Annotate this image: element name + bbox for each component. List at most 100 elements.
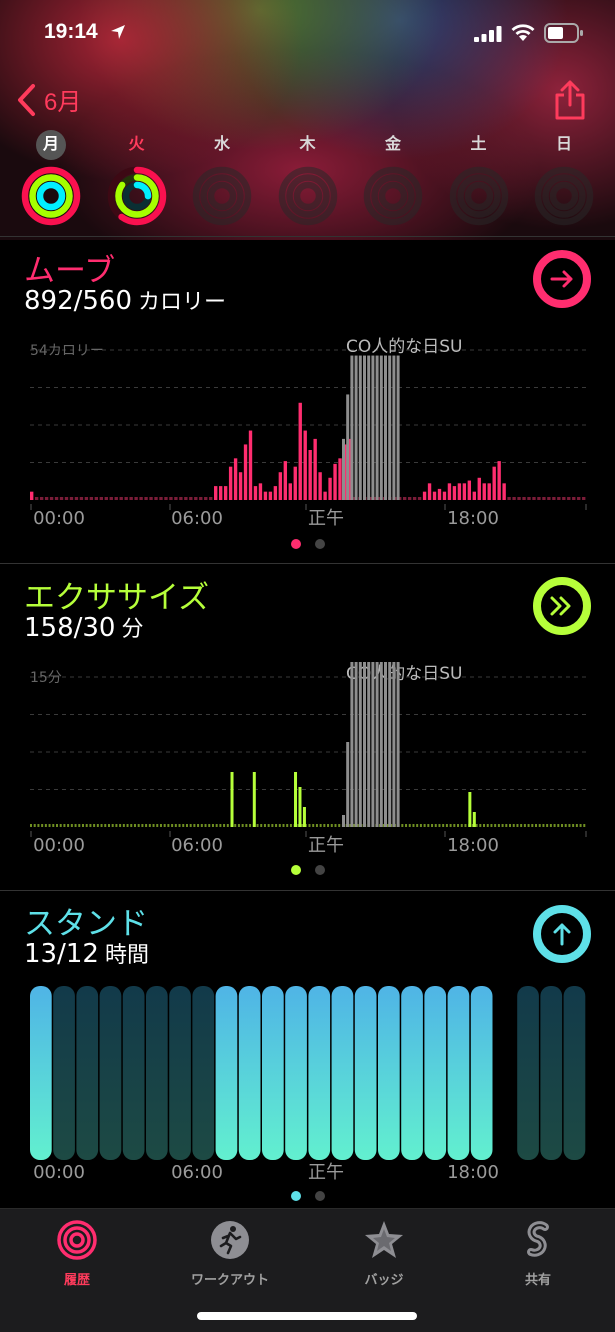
- move-bar: [268, 491, 273, 500]
- stand-detail-arrow-icon[interactable]: [532, 904, 592, 964]
- move-bar: [477, 477, 481, 500]
- exercise-bar-baseline: [81, 824, 84, 827]
- exercise-bar-baseline: [434, 824, 437, 827]
- exercise-bar-baseline: [457, 824, 460, 827]
- stand-hour-bar-missed: [146, 986, 168, 1160]
- exercise-bar-baseline: [263, 824, 266, 827]
- exercise-bar-baseline: [249, 824, 252, 827]
- move-page-dots: [0, 539, 615, 551]
- exercise-bar: [472, 812, 476, 827]
- day-label: 日: [555, 136, 572, 153]
- day-label: 土: [470, 136, 487, 153]
- axis-tick-label: 00:00: [33, 1162, 85, 1183]
- stand-hour-bar-achieved: [308, 986, 331, 1160]
- stand-hour-bar-missed: [192, 986, 215, 1160]
- day-0[interactable]: 月: [16, 130, 86, 226]
- exercise-bar-baseline: [133, 824, 136, 827]
- navigation-bar: 6月: [0, 78, 615, 122]
- move-bar: [248, 430, 253, 500]
- stand-hour-bar-achieved: [401, 986, 423, 1160]
- exercise-bar: [302, 807, 306, 827]
- move-bar: [258, 483, 263, 500]
- move-bar: [492, 466, 496, 500]
- stand-chart: 00:00 06:00 正午 18:00: [30, 986, 586, 1183]
- status-bar: 19:14: [0, 0, 615, 66]
- battery-icon: [544, 23, 583, 43]
- move-bar-baseline: [44, 497, 49, 500]
- gray-bar: [396, 662, 400, 827]
- move-bar: [308, 450, 312, 500]
- activity-rings-icon: [363, 166, 423, 226]
- share-s-icon: [527, 1221, 549, 1257]
- stand-hour-bar-achieved: [331, 986, 354, 1160]
- divider: [0, 563, 615, 564]
- stand-hour-bar-achieved: [354, 986, 377, 1160]
- move-detail-arrow-icon[interactable]: [532, 249, 592, 309]
- move-bar-baseline: [174, 497, 178, 500]
- day-4[interactable]: 金: [358, 130, 428, 226]
- axis-tick-label: 正午: [308, 508, 344, 529]
- move-bar-baseline: [109, 497, 113, 500]
- move-bar: [328, 477, 332, 500]
- exercise-bar-baseline: [445, 824, 448, 827]
- exercise-bar-baseline: [575, 824, 578, 827]
- exercise-bar-baseline: [405, 824, 408, 827]
- stand-hour-bar-missed: [169, 986, 191, 1160]
- exercise-bar-baseline: [490, 824, 493, 827]
- exercise-detail-arrow-icon[interactable]: [532, 576, 592, 636]
- move-bar: [288, 483, 292, 500]
- exercise-bar-baseline: [223, 824, 226, 827]
- stand-value: 13/12 時間: [24, 937, 149, 969]
- exercise-bar-baseline: [486, 824, 489, 827]
- back-button[interactable]: 6月: [16, 82, 81, 117]
- move-bar: [482, 483, 486, 500]
- move-bar-baseline: [199, 497, 203, 500]
- exercise-bar-baseline: [33, 824, 36, 827]
- exercise-bar-baseline: [583, 824, 586, 827]
- exercise-bar-baseline: [542, 824, 545, 827]
- tab-badges[interactable]: バッジ: [324, 1219, 444, 1288]
- move-bar: [442, 491, 447, 500]
- day-6[interactable]: 日: [529, 130, 599, 226]
- day-3[interactable]: 木: [273, 130, 343, 226]
- share-icon[interactable]: [552, 80, 588, 120]
- move-bar-baseline: [184, 497, 188, 500]
- move-bar-baseline: [84, 497, 89, 500]
- activity-rings-icon: [107, 166, 166, 226]
- gray-bar: [363, 355, 366, 500]
- exercise-bar: [468, 792, 472, 827]
- axis-tick-label: 00:00: [33, 835, 85, 856]
- move-bar: [487, 483, 491, 500]
- exercise-bar-baseline: [267, 824, 270, 827]
- exercise-bar-baseline: [226, 824, 229, 827]
- exercise-bar-baseline: [185, 824, 188, 827]
- move-bar: [447, 483, 452, 500]
- move-bar-baseline: [417, 497, 422, 500]
- exercise-bar-baseline: [483, 824, 486, 827]
- status-time: 19:14: [44, 20, 98, 43]
- day-5[interactable]: 土: [444, 130, 514, 226]
- day-2[interactable]: 水: [187, 130, 257, 226]
- move-bar-baseline: [562, 497, 566, 500]
- exercise-bar-baseline: [159, 824, 162, 827]
- move-bar: [432, 491, 437, 500]
- move-bar-baseline: [532, 497, 536, 500]
- gray-bar: [358, 662, 362, 827]
- tab-history[interactable]: 履歴: [17, 1219, 137, 1288]
- exercise-bar-baseline: [137, 824, 140, 827]
- tab-sharing[interactable]: 共有: [478, 1219, 598, 1288]
- day-1[interactable]: 火: [102, 130, 172, 226]
- exercise-bar-baseline: [78, 824, 81, 827]
- move-bar-baseline: [79, 497, 84, 500]
- move-bar-baseline: [159, 497, 163, 500]
- exercise-bar-baseline: [438, 824, 441, 827]
- gray-bar: [371, 662, 375, 827]
- tab-workout[interactable]: ワークアウト: [170, 1219, 290, 1288]
- stand-hour-bar-achieved: [262, 986, 284, 1160]
- move-bar: [223, 486, 228, 500]
- exercise-bar-baseline: [315, 824, 318, 827]
- exercise-bar-baseline: [475, 824, 478, 827]
- exercise-bar-baseline: [286, 824, 289, 827]
- tab-history-label: 履歴: [63, 1273, 90, 1288]
- exercise-bar-baseline: [561, 824, 564, 827]
